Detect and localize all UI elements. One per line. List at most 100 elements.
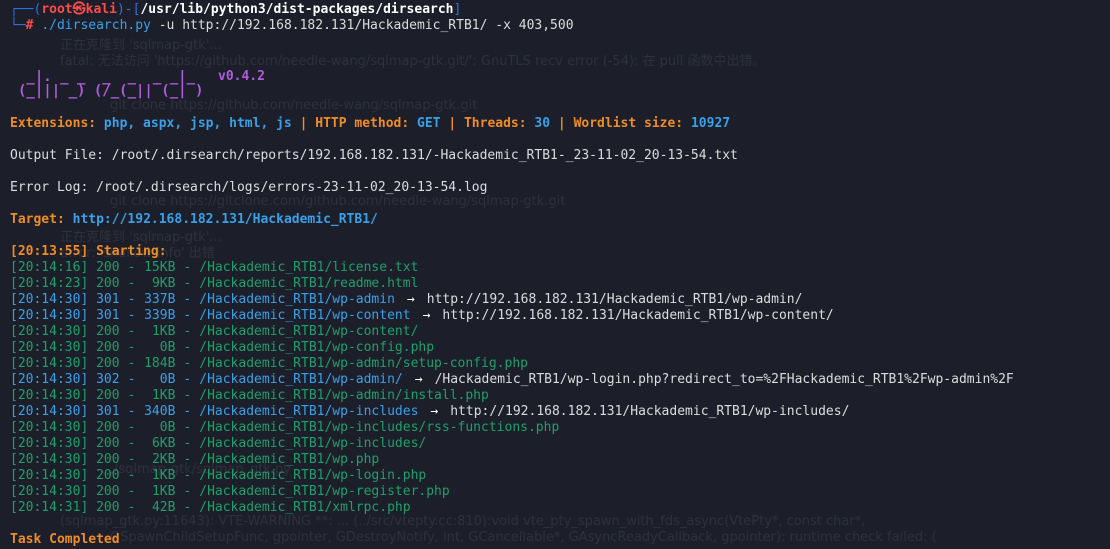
result-row: [20:14:30] 200-0B -/Hackademic_RTB1/wp-in… (10, 420, 559, 436)
result-time: [20:14:30] (10, 484, 89, 499)
prompt-line: ┌──(root㉿kali)-[/usr/lib/python3/dist-pa… (10, 2, 462, 17)
target-url: http://192.168.182.131/Hackademic_RTB1/ (72, 212, 378, 227)
redirect-arrow-icon: → (422, 308, 431, 323)
result-status-code: 200 (96, 420, 120, 435)
ghost-line: GSpawnChildSetupFunc, gpointer, GDestroy… (110, 530, 937, 545)
ghost-line: (sqlmap_gtk.py:11643): VTE-WARNING **: .… (60, 514, 866, 529)
result-path: /Hackademic_RTB1/wp-admin/install.php (199, 388, 489, 403)
result-dash: - (127, 404, 136, 419)
result-status-code: 301 (96, 308, 120, 323)
result-row: [20:14:30] 200-1KB -/Hackademic_RTB1/wp-l… (10, 468, 426, 484)
result-size: 0B (159, 420, 176, 435)
error-log-line: Error Log: /root/.dirsearch/logs/errors-… (10, 180, 488, 195)
result-dash: - (127, 484, 136, 499)
result-redirect-target: http://192.168.182.131/Hackademic_RTB1/w… (426, 292, 803, 307)
result-dash: - (183, 500, 192, 515)
method-value: GET (417, 116, 441, 131)
result-dash: - (183, 276, 192, 291)
logo-line-1: _|. _ _ _ _ _ _|_ (18, 69, 196, 85)
result-path: /Hackademic_RTB1/wp-config.php (199, 340, 435, 355)
result-path: /Hackademic_RTB1/license.txt (199, 260, 419, 275)
result-row: [20:14:16] 200-15KB -/Hackademic_RTB1/lic… (10, 260, 418, 276)
result-dash: - (127, 500, 136, 515)
result-size: 6KB (151, 436, 176, 451)
extensions-label: Extensions: (10, 116, 97, 131)
result-dash: - (127, 308, 136, 323)
result-status-code: 200 (96, 388, 120, 403)
result-time: [20:14:30] (10, 420, 89, 435)
result-status-code: 200 (96, 468, 120, 483)
result-time: [20:14:30] (10, 404, 89, 419)
prompt-user: root (41, 2, 73, 17)
ghost-line: 正在克隆到 'sqlmap-gtk'... (60, 230, 222, 245)
result-time: [20:14:23] (10, 276, 89, 291)
result-dash: - (127, 468, 136, 483)
result-time: [20:14:30] (10, 436, 89, 451)
ghost-line: fatal: 无法访问 'https://github.com/needle-w… (60, 54, 766, 69)
result-size: 1KB (151, 388, 176, 403)
result-time: [20:14:30] (10, 388, 89, 403)
result-row: [20:14:30] 301-337B -/Hackademic_RTB1/wp-… (10, 292, 802, 308)
result-size: 2KB (151, 452, 176, 467)
result-status-code: 200 (96, 484, 120, 499)
result-size: 42B (151, 500, 176, 515)
result-size: 0B (159, 340, 176, 355)
result-path: /Hackademic_RTB1/wp.php (199, 452, 380, 467)
prompt-at-symbol: ㉿ (72, 2, 86, 17)
command-line: └─# ./dirsearch.py -u http://192.168.182… (10, 18, 574, 33)
result-dash: - (127, 388, 136, 403)
ghost-line: git clone https://gitclone.com/github.co… (110, 194, 566, 209)
target-line: Target: http://192.168.182.131/Hackademi… (10, 212, 378, 228)
result-dash: - (183, 292, 192, 307)
result-dash: - (127, 292, 136, 307)
result-size: 9KB (151, 276, 176, 291)
result-size: 339B (144, 308, 176, 323)
result-row: [20:14:30] 200-6KB -/Hackademic_RTB1/wp-i… (10, 436, 426, 452)
result-time: [20:14:30] (10, 324, 89, 339)
result-time: [20:14:16] (10, 260, 89, 275)
result-path: /Hackademic_RTB1/wp-content (199, 308, 411, 323)
result-status-code: 301 (96, 292, 120, 307)
result-path: /Hackademic_RTB1/wp-register.php (199, 484, 450, 499)
result-size: 0B (159, 372, 176, 387)
result-dash: - (127, 260, 136, 275)
result-row: [20:14:30] 200-1KB -/Hackademic_RTB1/wp-c… (10, 324, 418, 340)
threads-label: Threads: (463, 116, 527, 131)
result-status-code: 302 (96, 372, 120, 387)
result-dash: - (127, 372, 136, 387)
result-row: [20:14:30] 301-339B -/Hackademic_RTB1/wp-… (10, 308, 834, 324)
prompt-cwd: /usr/lib/python3/dist-packages/dirsearch (140, 2, 454, 17)
result-redirect-target: http://192.168.182.131/Hackademic_RTB1/w… (450, 404, 850, 419)
result-row: [20:14:30] 200-2KB -/Hackademic_RTB1/wp.p… (10, 452, 379, 468)
dirsearch-logo: _|. _ _ _ _ _ _|_ (_||| _) (/_(_|| (_| ) (18, 70, 203, 98)
result-dash: - (127, 420, 136, 435)
result-row: [20:14:30] 200-0B -/Hackademic_RTB1/wp-co… (10, 340, 434, 356)
result-status-code: 200 (96, 452, 120, 467)
result-time: [20:14:30] (10, 356, 89, 371)
result-status-code: 200 (96, 324, 120, 339)
result-dash: - (127, 276, 136, 291)
result-path: /Hackademic_RTB1/xmlrpc.php (199, 500, 411, 515)
result-redirect-target: http://192.168.182.131/Hackademic_RTB1/w… (442, 308, 834, 323)
redirect-arrow-icon: → (414, 372, 423, 387)
starting-line: [20:13:55] Starting: (10, 244, 167, 259)
wordlist-value: 10927 (690, 116, 731, 131)
ghost-line: git clone https://github.com/needle-wang… (110, 98, 478, 113)
result-dash: - (127, 324, 136, 339)
redirect-arrow-icon: → (430, 404, 439, 419)
result-status-code: 200 (96, 436, 120, 451)
result-dash: - (127, 340, 136, 355)
result-dash: - (127, 356, 136, 371)
result-status-code: 301 (96, 404, 120, 419)
result-status-code: 200 (96, 500, 120, 515)
result-time: [20:14:30] (10, 452, 89, 467)
prompt-host: kali (85, 2, 117, 17)
result-size: 1KB (151, 468, 176, 483)
result-row: [20:14:30] 200-1KB -/Hackademic_RTB1/wp-a… (10, 388, 489, 404)
result-row: [20:14:23] 200-9KB -/Hackademic_RTB1/read… (10, 276, 418, 292)
result-dash: - (183, 356, 192, 371)
result-size: 340B (144, 404, 176, 419)
result-dash: - (183, 308, 192, 323)
result-time: [20:14:30] (10, 372, 89, 387)
result-status-code: 200 (96, 356, 120, 371)
